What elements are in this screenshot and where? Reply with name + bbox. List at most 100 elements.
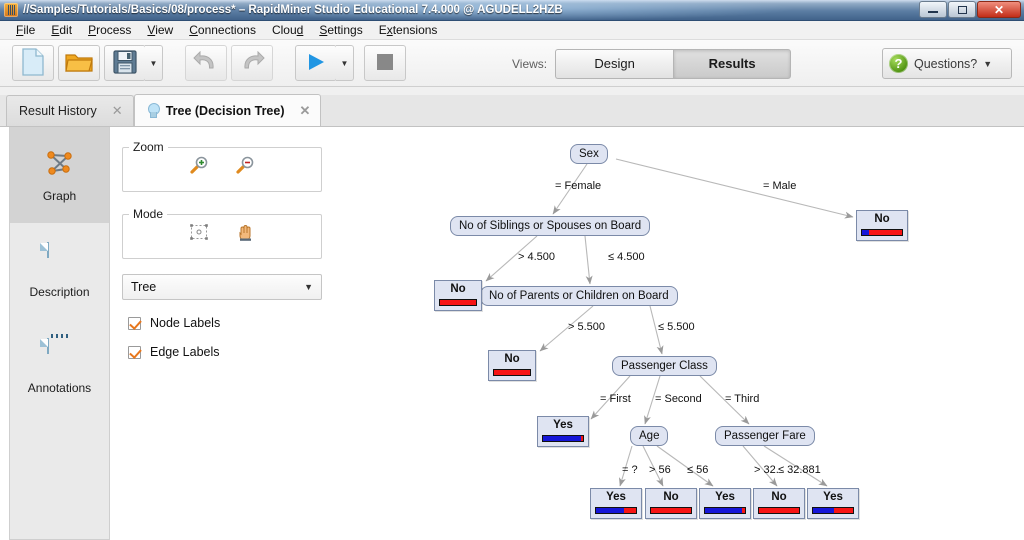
- result-view-rail: Graph Description Annotations: [9, 127, 110, 540]
- new-process-button[interactable]: [12, 45, 54, 81]
- rapidminer-window: //Samples/Tutorials/Basics/08/process* –…: [0, 0, 1024, 540]
- result-tab-bar: Result History ✕ Tree (Decision Tree) ✕: [0, 94, 1024, 127]
- minimize-button[interactable]: [919, 1, 947, 18]
- tree-leaf-age-unknown-yes[interactable]: Yes: [590, 488, 642, 519]
- tab-decision-tree-label: Tree (Decision Tree): [165, 103, 285, 118]
- tab-result-history-label: Result History: [19, 104, 97, 118]
- run-dropdown-button[interactable]: ▼: [336, 45, 354, 81]
- menu-item-file[interactable]: File: [8, 21, 43, 39]
- menu-item-extensions[interactable]: Extensions: [371, 21, 446, 39]
- mode-group: Mode: [122, 207, 322, 259]
- close-icon[interactable]: ✕: [112, 103, 123, 119]
- leaf-label: No: [504, 353, 520, 365]
- edge-label-age-gt-56: > 56: [649, 464, 671, 476]
- tree-leaf-age-under-56-yes[interactable]: Yes: [699, 488, 751, 519]
- redo-arrow-icon: [239, 50, 265, 76]
- graph-controls-panel: Zoom Mode Tree ▼ Node Labels Edge Labels: [122, 140, 322, 374]
- view-tab-design[interactable]: Design: [555, 48, 674, 79]
- open-folder-icon: [65, 50, 93, 77]
- save-process-button[interactable]: [104, 45, 146, 81]
- run-play-icon: [304, 51, 328, 76]
- undo-button[interactable]: [185, 45, 227, 81]
- menu-item-connections[interactable]: Connections: [181, 21, 264, 39]
- view-toggle-group: Design Results: [555, 48, 792, 79]
- menu-item-settings[interactable]: Settings: [311, 21, 370, 39]
- close-icon[interactable]: ✕: [300, 103, 311, 119]
- menu-item-view[interactable]: View: [139, 21, 181, 39]
- sidebar-item-annotations[interactable]: Annotations: [10, 319, 109, 415]
- sidebar-item-graph-label: Graph: [42, 189, 77, 203]
- views-label: Views:: [512, 56, 548, 71]
- edge-label-siblings-le: ≤ 4.500: [608, 251, 645, 263]
- tree-leaf-fare-over-no[interactable]: No: [753, 488, 805, 519]
- class-distribution-bar: [542, 435, 584, 442]
- class-distribution-bar: [493, 369, 531, 376]
- tree-leaf-male-no[interactable]: No: [856, 210, 908, 241]
- edge-label-male: = Male: [763, 180, 797, 192]
- edge-label-fare-le: ≤ 32.881: [778, 464, 821, 476]
- maximize-button[interactable]: [948, 1, 976, 18]
- menu-item-cloud[interactable]: Cloud: [264, 21, 311, 39]
- hand-pan-icon[interactable]: [235, 222, 255, 242]
- title-bar: //Samples/Tutorials/Basics/08/process* –…: [0, 0, 1024, 21]
- edge-label-parents-le: ≤ 5.500: [658, 321, 695, 333]
- window-title: //Samples/Tutorials/Basics/08/process* –…: [23, 4, 563, 16]
- stop-process-button[interactable]: [364, 45, 406, 81]
- tree-node-siblings-spouses[interactable]: No of Siblings or Spouses on Board: [450, 216, 651, 236]
- menu-item-process[interactable]: Process: [80, 21, 139, 39]
- mode-group-label: Mode: [133, 207, 164, 221]
- tab-decision-tree[interactable]: Tree (Decision Tree) ✕: [133, 94, 322, 126]
- save-dropdown-button[interactable]: ▼: [145, 45, 163, 81]
- tab-result-history[interactable]: Result History ✕: [6, 95, 134, 126]
- edge-label-parents-gt: > 5.500: [568, 321, 606, 333]
- zoom-in-magnifier-icon[interactable]: [189, 155, 209, 175]
- class-distribution-bar: [439, 299, 477, 306]
- tree-leaf-age-over-56-no[interactable]: No: [645, 488, 697, 519]
- menu-bar: File Edit Process View Connections Cloud…: [0, 21, 1024, 40]
- redo-button[interactable]: [231, 45, 273, 81]
- layout-select-value: Tree: [131, 280, 157, 294]
- sidebar-item-description-label: Description: [29, 285, 90, 299]
- layout-select[interactable]: Tree ▼: [122, 274, 322, 300]
- class-distribution-bar: [704, 507, 746, 514]
- node-labels-checkbox-row[interactable]: Node Labels: [122, 316, 322, 330]
- class-distribution-bar: [650, 507, 692, 514]
- selection-rectangle-icon[interactable]: [189, 222, 209, 242]
- edge-labels-checkbox[interactable]: [128, 345, 141, 359]
- run-process-button[interactable]: [295, 45, 337, 81]
- sidebar-item-graph[interactable]: Graph: [10, 127, 109, 223]
- decision-tree-canvas[interactable]: Sex No of Siblings or Spouses on Board N…: [340, 127, 1024, 540]
- sidebar-item-description[interactable]: Description: [10, 223, 109, 319]
- questions-button[interactable]: ? Questions? ▼: [882, 48, 1012, 79]
- menu-item-edit[interactable]: Edit: [43, 21, 80, 39]
- tree-edges: [485, 158, 854, 487]
- zoom-group: Zoom: [122, 140, 322, 192]
- edge-label-fare-gt: > 32.: [754, 464, 779, 476]
- window-controls: ✕: [919, 1, 1021, 18]
- tree-node-passenger-class[interactable]: Passenger Class: [612, 356, 717, 376]
- view-tab-results[interactable]: Results: [673, 48, 792, 79]
- tree-node-parents-children[interactable]: No of Parents or Children on Board: [480, 286, 678, 306]
- lightbulb-icon: [147, 103, 160, 118]
- open-process-button[interactable]: [58, 45, 100, 81]
- tree-node-sex[interactable]: Sex: [570, 144, 608, 164]
- tree-leaf-siblings-no[interactable]: No: [434, 280, 482, 311]
- tree-node-age[interactable]: Age: [630, 426, 669, 446]
- node-labels-checkbox[interactable]: [128, 316, 141, 330]
- tree-leaf-parents-no[interactable]: No: [488, 350, 536, 381]
- tree-node-passenger-fare[interactable]: Passenger Fare: [715, 426, 815, 446]
- edge-label-age-unknown: = ?: [622, 464, 638, 476]
- result-body: Graph Description Annotations Zoom Mode …: [0, 127, 1024, 540]
- description-document-icon: [43, 242, 77, 277]
- tree-leaf-first-class-yes[interactable]: Yes: [537, 416, 589, 447]
- leaf-label: Yes: [715, 491, 735, 503]
- close-button[interactable]: ✕: [977, 1, 1021, 18]
- edge-label-age-le-56: ≤ 56: [687, 464, 709, 476]
- tree-leaf-fare-under-yes[interactable]: Yes: [807, 488, 859, 519]
- edge-labels-checkbox-row[interactable]: Edge Labels: [122, 345, 322, 359]
- graph-nodes-icon: [43, 147, 77, 181]
- leaf-label: No: [663, 491, 679, 503]
- zoom-out-magnifier-icon[interactable]: [235, 155, 255, 175]
- chevron-down-icon: ▼: [983, 58, 993, 69]
- class-distribution-bar: [861, 229, 903, 236]
